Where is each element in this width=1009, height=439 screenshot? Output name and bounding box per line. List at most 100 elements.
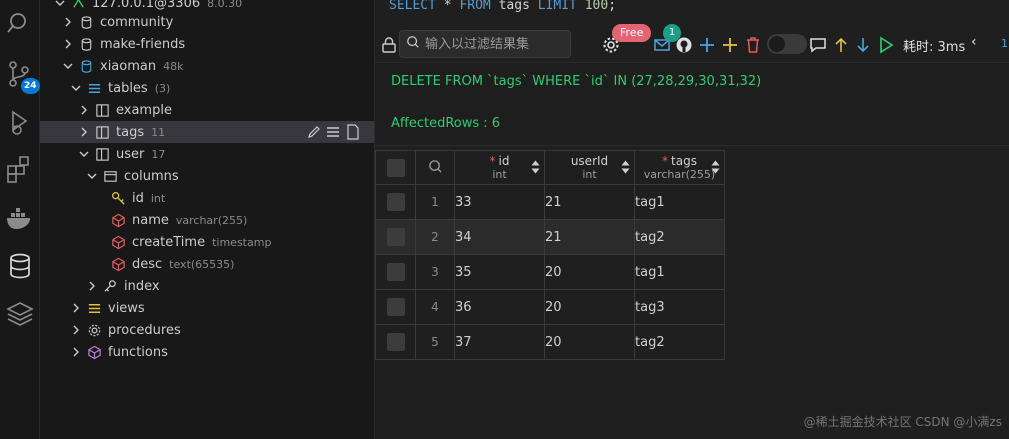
row-checkbox[interactable] <box>386 298 405 316</box>
tree-item-column-createTime[interactable]: createTime timestamp <box>40 231 374 253</box>
field-icon <box>110 256 126 272</box>
file-icon[interactable] <box>346 124 360 140</box>
chevron-right-icon <box>84 278 100 294</box>
database-explorer-tree: 127.0.0.1@3306 8.0.30 community make-fri… <box>40 0 374 439</box>
menu-icon[interactable] <box>326 124 340 140</box>
add-row-icon[interactable] <box>720 35 740 55</box>
table-row[interactable]: 3 35 20 tag1 <box>375 254 725 290</box>
tree-item-views[interactable]: views <box>40 297 374 319</box>
search-icon[interactable] <box>4 8 36 40</box>
arrow-up-icon[interactable] <box>831 35 851 55</box>
tree-item-tables[interactable]: tables (3) <box>40 77 374 99</box>
layers-icon[interactable] <box>4 298 36 330</box>
trash-icon[interactable] <box>743 35 763 55</box>
cell-tags[interactable]: tag2 <box>634 219 725 255</box>
cell-id[interactable]: 34 <box>454 219 545 255</box>
required-marker: * <box>489 153 496 168</box>
cell-tags[interactable]: tag2 <box>634 324 725 360</box>
source-control-icon[interactable]: 24 <box>4 58 40 94</box>
tree-item-index[interactable]: index <box>40 275 374 297</box>
tree-item-columns[interactable]: columns <box>40 165 374 187</box>
affected-rows: AffectedRows : 6 <box>391 116 501 131</box>
comment-icon[interactable] <box>808 35 828 55</box>
github-icon[interactable] <box>674 35 694 55</box>
table-row[interactable]: 2 34 21 tag2 <box>375 219 725 255</box>
edit-mode-toggle[interactable] <box>767 34 807 54</box>
tree-item-column-id[interactable]: id int <box>40 187 374 209</box>
table-row[interactable]: 5 37 20 tag2 <box>375 324 725 360</box>
tree-item-functions[interactable]: functions <box>40 341 374 363</box>
table-row[interactable]: 1 33 21 tag1 <box>375 184 725 220</box>
play-icon[interactable] <box>876 35 896 55</box>
select-all-checkbox[interactable] <box>386 158 405 177</box>
database-icon <box>78 14 94 30</box>
row-index: 3 <box>415 254 455 290</box>
cell-id[interactable]: 37 <box>454 324 545 360</box>
cell-id[interactable]: 33 <box>454 184 545 220</box>
run-debug-icon[interactable] <box>4 106 36 138</box>
chevron-right-icon <box>60 14 76 30</box>
select-all-header[interactable] <box>375 150 416 185</box>
chevron-down-icon <box>60 58 76 74</box>
cell-userId[interactable]: 20 <box>544 324 635 360</box>
docker-icon[interactable] <box>4 202 36 234</box>
table-row[interactable]: 4 36 20 tag3 <box>375 289 725 325</box>
cell-tags[interactable]: tag1 <box>634 184 725 220</box>
column-header-tags[interactable]: * tags varchar(255) <box>634 150 725 185</box>
cell-tags[interactable]: tag3 <box>634 289 725 325</box>
arrow-down-icon[interactable] <box>853 35 873 55</box>
sort-icon[interactable] <box>621 159 630 175</box>
database-icon[interactable] <box>4 250 36 282</box>
tree-item-column-desc[interactable]: desc text(65535) <box>40 253 374 275</box>
cell-id[interactable]: 36 <box>454 289 545 325</box>
chevron-down-icon <box>84 168 100 184</box>
row-checkbox[interactable] <box>386 193 405 211</box>
row-select-cell[interactable] <box>375 289 416 325</box>
filter-search-box[interactable] <box>399 30 571 58</box>
cell-userId[interactable]: 21 <box>544 184 635 220</box>
page-number[interactable]: 1 <box>1001 37 1008 50</box>
plus-icon[interactable] <box>697 35 717 55</box>
source-control-badge: 24 <box>21 78 40 94</box>
cell-userId[interactable]: 21 <box>544 219 635 255</box>
sort-icon[interactable] <box>531 159 540 175</box>
row-select-cell[interactable] <box>375 184 416 220</box>
table-icon <box>94 146 110 162</box>
tree-item-tags[interactable]: tags 11 <box>40 121 374 143</box>
cube-icon <box>86 344 102 360</box>
lock-icon[interactable] <box>379 35 399 55</box>
row-checkbox[interactable] <box>386 228 405 246</box>
result-table: *id int userId int *tags varchar(255) <box>375 150 725 360</box>
cell-userId[interactable]: 20 <box>544 289 635 325</box>
row-select-cell[interactable] <box>375 219 416 255</box>
column-header-id[interactable]: * id int <box>454 150 545 185</box>
row-checkbox[interactable] <box>386 333 405 351</box>
tree-item-user[interactable]: user 17 <box>40 143 374 165</box>
extensions-icon[interactable] <box>4 154 36 186</box>
row-select-cell[interactable] <box>375 324 416 360</box>
chevron-down-icon <box>68 80 84 96</box>
filter-input[interactable] <box>425 36 565 52</box>
tree-item-make-friends[interactable]: make-friends <box>40 33 374 55</box>
chevron-right-icon <box>68 344 84 360</box>
row-index: 4 <box>415 289 455 325</box>
chevron-right-icon <box>68 300 84 316</box>
tree-item-xiaoman[interactable]: xiaoman 48k <box>40 55 374 77</box>
search-column-header[interactable] <box>415 150 455 185</box>
list-icon <box>86 300 102 316</box>
sort-icon[interactable] <box>711 159 720 175</box>
cell-tags[interactable]: tag1 <box>634 254 725 290</box>
cell-userId[interactable]: 20 <box>544 254 635 290</box>
row-checkbox[interactable] <box>386 263 405 281</box>
tree-item-column-name[interactable]: name varchar(255) <box>40 209 374 231</box>
column-header-userId[interactable]: userId int <box>544 150 635 185</box>
watermark: @稀土掘金技术社区 CSDN @小满zs <box>803 415 1002 429</box>
tree-item-community[interactable]: community <box>40 11 374 33</box>
cell-id[interactable]: 35 <box>454 254 545 290</box>
list-icon <box>86 80 102 96</box>
tree-item-example[interactable]: example <box>40 99 374 121</box>
edit-icon[interactable] <box>306 124 320 140</box>
row-select-cell[interactable] <box>375 254 416 290</box>
prev-page-button[interactable]: ‹ <box>971 34 977 50</box>
tree-item-procedures[interactable]: procedures <box>40 319 374 341</box>
